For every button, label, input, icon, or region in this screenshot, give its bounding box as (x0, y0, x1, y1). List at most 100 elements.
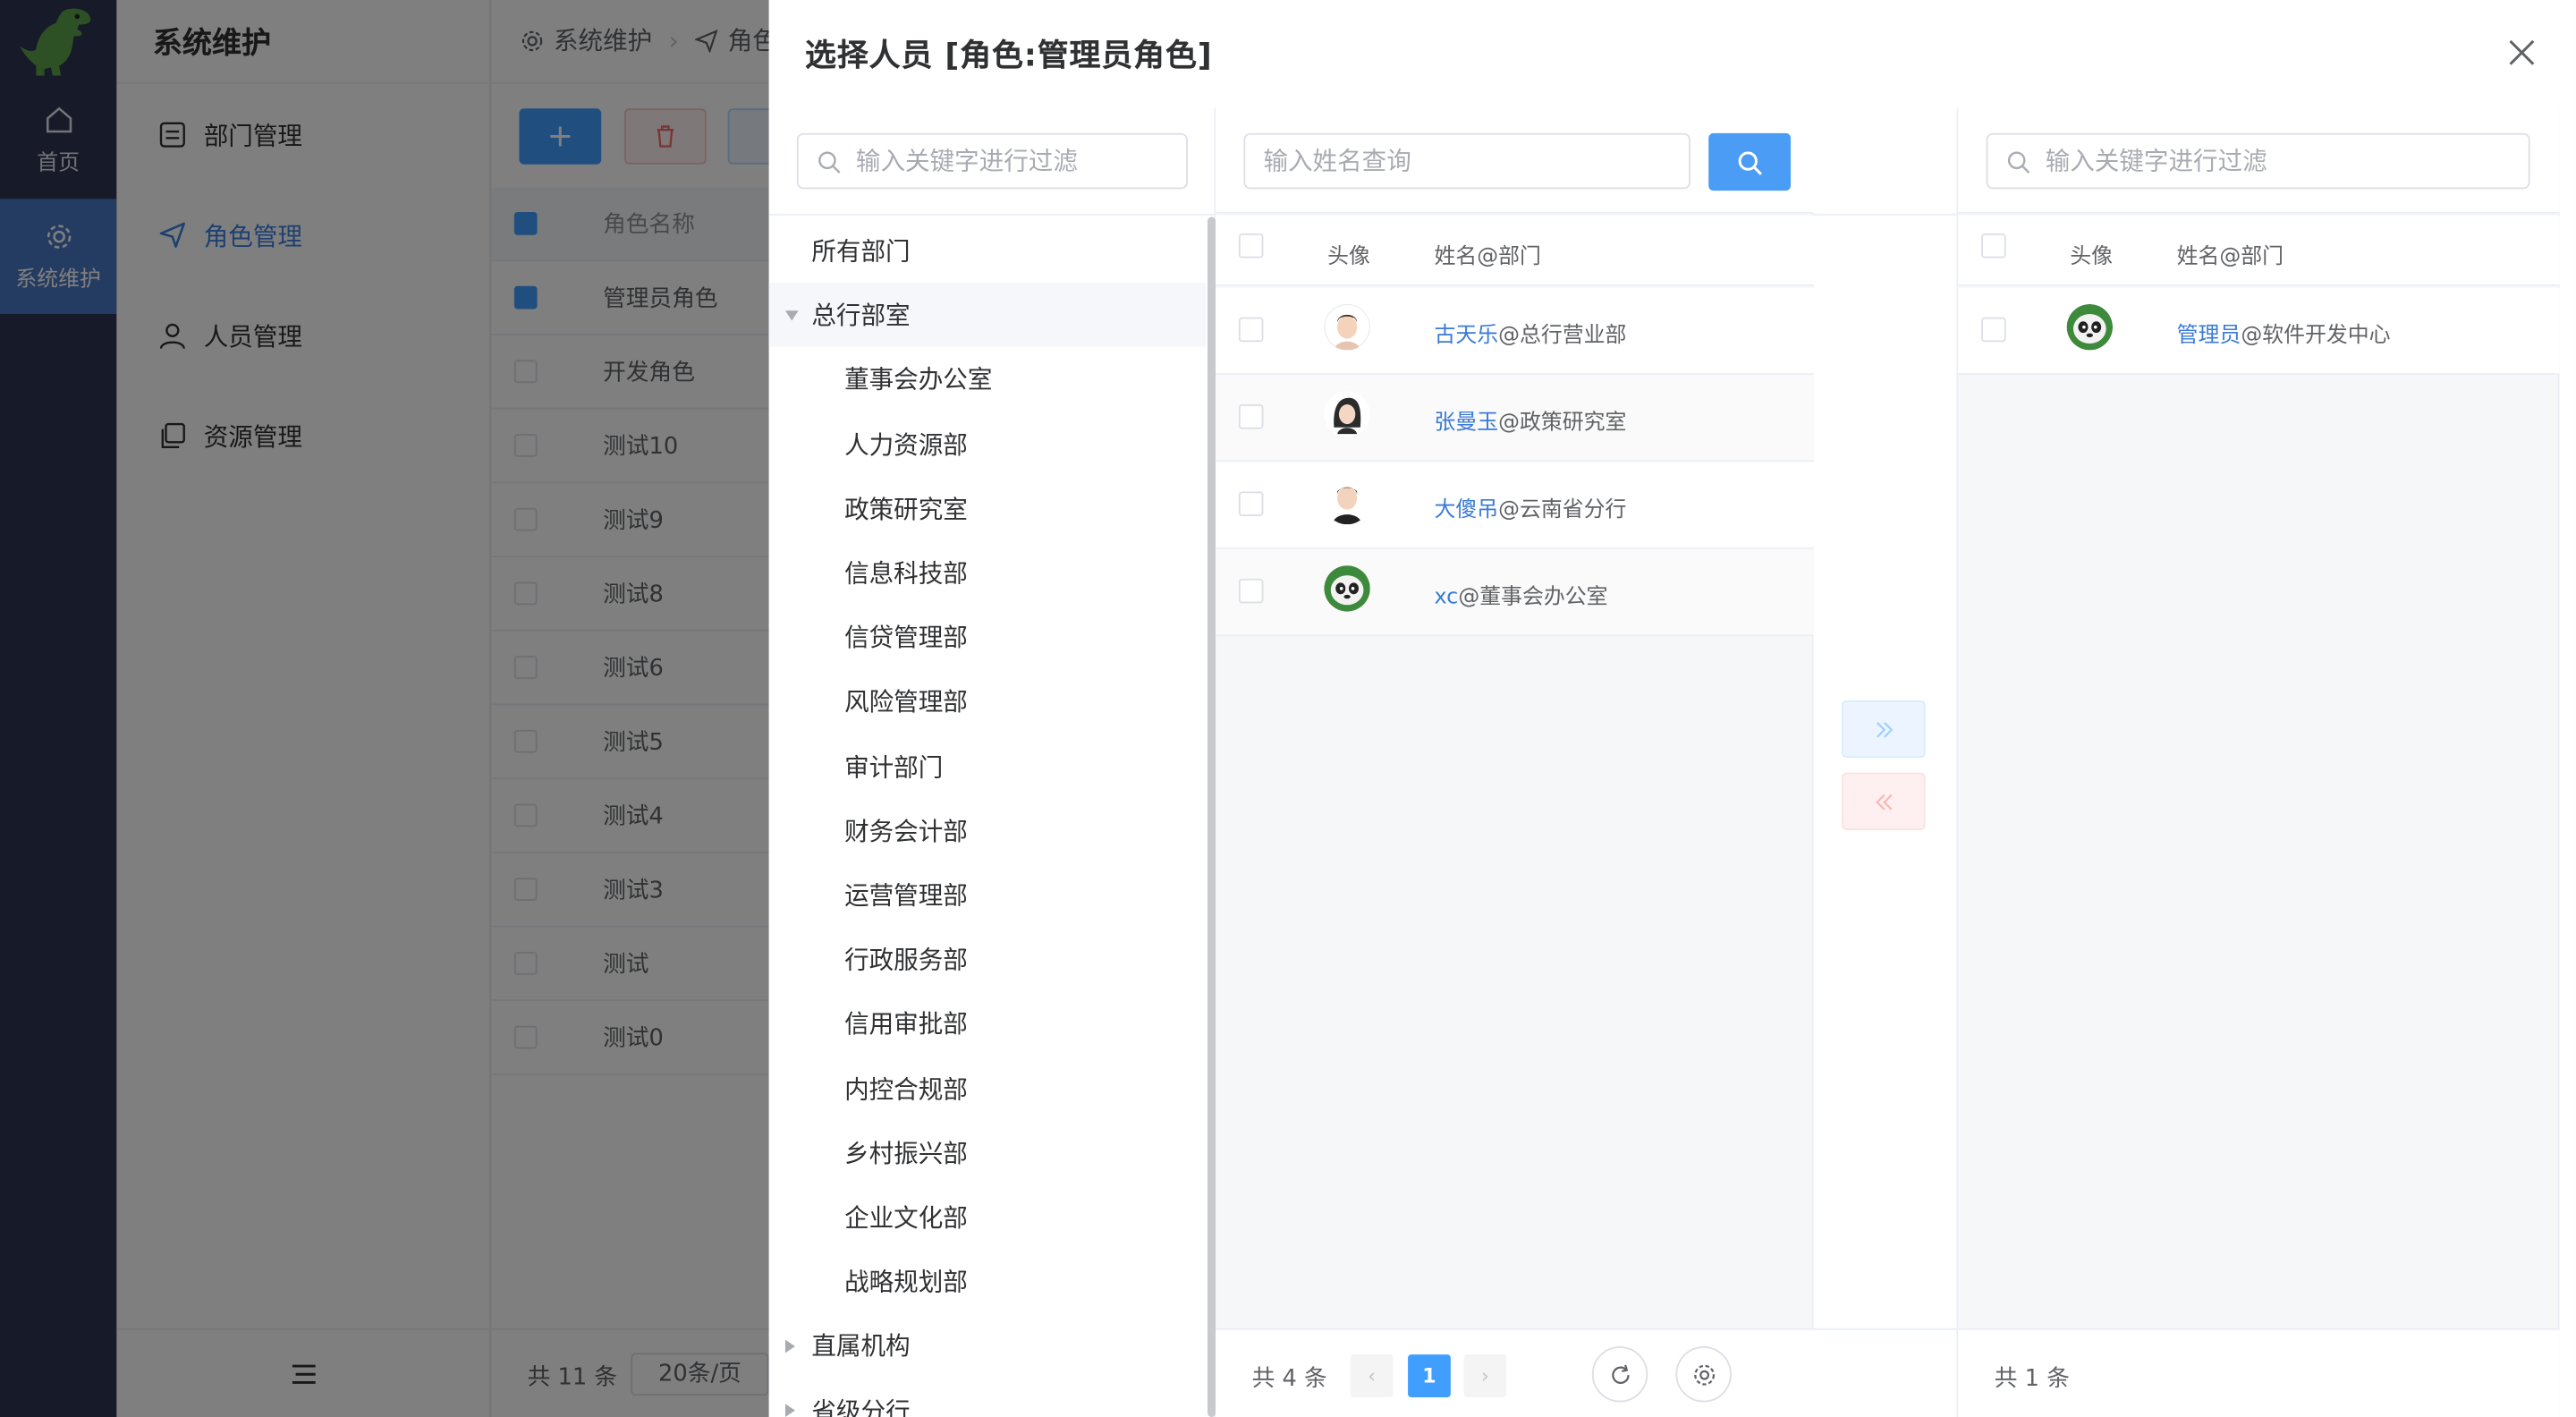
tree-node-label: 总行部室 (811, 301, 911, 331)
row-checkbox[interactable] (1238, 491, 1264, 517)
tree-node-label: 人力资源部 (844, 429, 968, 460)
close-icon[interactable] (2507, 38, 2537, 67)
next-page-button[interactable]: › (1463, 1354, 1507, 1397)
tree-node[interactable]: 信贷管理部 (769, 606, 1207, 670)
person-name-link[interactable]: 管理员 (2177, 324, 2241, 349)
name-search-input[interactable] (1243, 132, 1690, 190)
select-all-checkbox[interactable] (1981, 233, 2006, 259)
refresh-icon (1611, 1363, 1629, 1384)
tree-node-label: 财务会计部 (844, 816, 968, 846)
tree-node-label: 行政服务部 (844, 945, 968, 976)
divider (768, 213, 1216, 216)
caret-down-icon[interactable] (784, 310, 799, 320)
divider (1813, 213, 1959, 216)
remove-from-selected-button[interactable] (1841, 772, 1926, 830)
person-department: @董事会办公室 (1458, 585, 1608, 610)
caret-right-icon[interactable] (784, 1339, 795, 1353)
person-name-link[interactable]: 大傻吊 (1434, 498, 1498, 523)
selected-people-panel: 头像 姓名@部门 管理员@软件开发中心 共 1 条 (1958, 108, 2560, 1417)
tree-node[interactable]: 董事会办公室 (769, 347, 1207, 412)
tree-node-label: 运营管理部 (844, 880, 968, 912)
prev-page-button[interactable]: ‹ (1350, 1354, 1394, 1397)
tree-node[interactable]: 省级分行 (769, 1379, 1207, 1417)
table-row[interactable]: xc@董事会办公室 (1216, 548, 1814, 637)
tree-scrollbar[interactable] (1207, 216, 1216, 1417)
caret-right-icon[interactable] (784, 1404, 795, 1417)
tree-node[interactable]: 内控合规部 (769, 1056, 1207, 1121)
person-name-link[interactable]: 张曼玉 (1434, 411, 1498, 436)
tree-node[interactable]: 企业文化部 (769, 1185, 1207, 1250)
table-row[interactable]: 张曼玉@政策研究室 (1216, 374, 1814, 462)
refresh-button[interactable] (1591, 1345, 1648, 1403)
total-count: 共 1 条 (1994, 1366, 2070, 1393)
drawer-title: 选择人员 [角色:管理员角色] (804, 38, 1213, 74)
table-row[interactable]: 管理员@软件开发中心 (1958, 287, 2560, 375)
select-people-drawer: 选择人员 [角色:管理员角色] 所有部门总行部室董事会办公室人力资源部政策研究室… (768, 0, 2576, 1417)
column-header-name-dept: 姓名@部门 (2176, 244, 2284, 270)
table-row[interactable]: 古天乐@总行营业部 (1216, 287, 1814, 375)
tree-node[interactable]: 政策研究室 (769, 477, 1207, 541)
person-name-link[interactable]: 古天乐 (1434, 324, 1498, 349)
tree-node[interactable]: 直属机构 (769, 1314, 1207, 1379)
tree-node-label: 直属机构 (811, 1332, 911, 1362)
double-chevron-left-icon (1875, 793, 1892, 810)
person-department: @政策研究室 (1498, 411, 1627, 436)
double-chevron-right-icon (1875, 721, 1893, 737)
tree-node[interactable]: 人力资源部 (769, 412, 1207, 476)
name-search-field[interactable] (1263, 146, 1619, 176)
selected-filter-input[interactable] (1986, 132, 2530, 190)
row-checkbox[interactable] (1238, 317, 1264, 343)
transfer-controls (1813, 108, 1959, 1417)
divider (1813, 1328, 1959, 1330)
people-list-panel: 头像 姓名@部门 古天乐@总行营业部张曼玉@政策研究室大傻吊@云南省分行 xc@董… (1216, 108, 1814, 1417)
selected-footer: 共 1 条 (1958, 1328, 2560, 1417)
row-checkbox[interactable] (1238, 578, 1264, 604)
tree-node[interactable]: 战略规划部 (769, 1250, 1207, 1314)
table-row[interactable]: 大傻吊@云南省分行 (1216, 462, 1814, 549)
person-name-dept: 管理员@软件开发中心 (2177, 318, 2391, 349)
tree-filter-input[interactable] (796, 132, 1188, 190)
tree-node-label: 内控合规部 (844, 1074, 968, 1105)
selected-filter-bar (1958, 108, 2560, 214)
tree-filter-field[interactable] (855, 146, 1166, 176)
tree-node[interactable]: 信息科技部 (769, 541, 1207, 606)
total-count: 共 4 条 (1251, 1366, 1327, 1393)
tree-node-label: 风险管理部 (844, 687, 968, 717)
column-header-name-dept: 姓名@部门 (1434, 244, 1541, 270)
search-button[interactable] (1708, 132, 1792, 191)
person-name-link[interactable]: xc (1434, 585, 1458, 610)
tree-node-label: 董事会办公室 (844, 365, 993, 395)
selected-filter-field[interactable] (2045, 146, 2479, 176)
tree-node[interactable]: 所有部门 (769, 218, 1207, 283)
tree-node[interactable]: 行政服务部 (769, 928, 1207, 992)
tree-node[interactable]: 信用审批部 (769, 992, 1207, 1056)
tree-node-label: 战略规划部 (844, 1268, 968, 1298)
search-icon (2007, 150, 2030, 173)
tree-node[interactable]: 乡村振兴部 (769, 1121, 1207, 1185)
search-icon (1738, 150, 1763, 174)
tree-node[interactable]: 风险管理部 (769, 670, 1207, 734)
tree-node-label: 乡村振兴部 (844, 1139, 968, 1169)
person-name-dept: xc@董事会办公室 (1434, 579, 1607, 610)
settings-button[interactable] (1675, 1345, 1732, 1403)
column-header-avatar: 头像 (2070, 244, 2114, 270)
select-all-checkbox[interactable] (1238, 233, 1264, 259)
row-checkbox[interactable] (1981, 317, 2006, 343)
tree-node-label: 审计部门 (844, 751, 944, 782)
department-tree-panel: 所有部门总行部室董事会办公室人力资源部政策研究室信息科技部信贷管理部风险管理部审… (768, 108, 1216, 1417)
person-department: @云南省分行 (1498, 497, 1627, 523)
person-name-dept: 古天乐@总行营业部 (1434, 318, 1626, 349)
tree-node[interactable]: 财务会计部 (769, 799, 1207, 863)
people-pagination: 共 4 条 ‹ 1 › (1216, 1328, 1814, 1417)
page-number-button[interactable]: 1 (1408, 1354, 1451, 1397)
person-department: @软件开发中心 (2241, 324, 2391, 349)
avatar-man-icon (1324, 303, 1370, 351)
people-search-bar (1216, 108, 1814, 214)
tree-node[interactable]: 审计部门 (769, 734, 1207, 799)
row-checkbox[interactable] (1238, 404, 1264, 429)
tree-node[interactable]: 运营管理部 (769, 863, 1207, 928)
tree-node[interactable]: 总行部室 (768, 283, 1207, 348)
tree-node-label: 企业文化部 (844, 1203, 968, 1234)
gear-icon (1693, 1363, 1715, 1385)
add-to-selected-button[interactable] (1841, 700, 1926, 759)
